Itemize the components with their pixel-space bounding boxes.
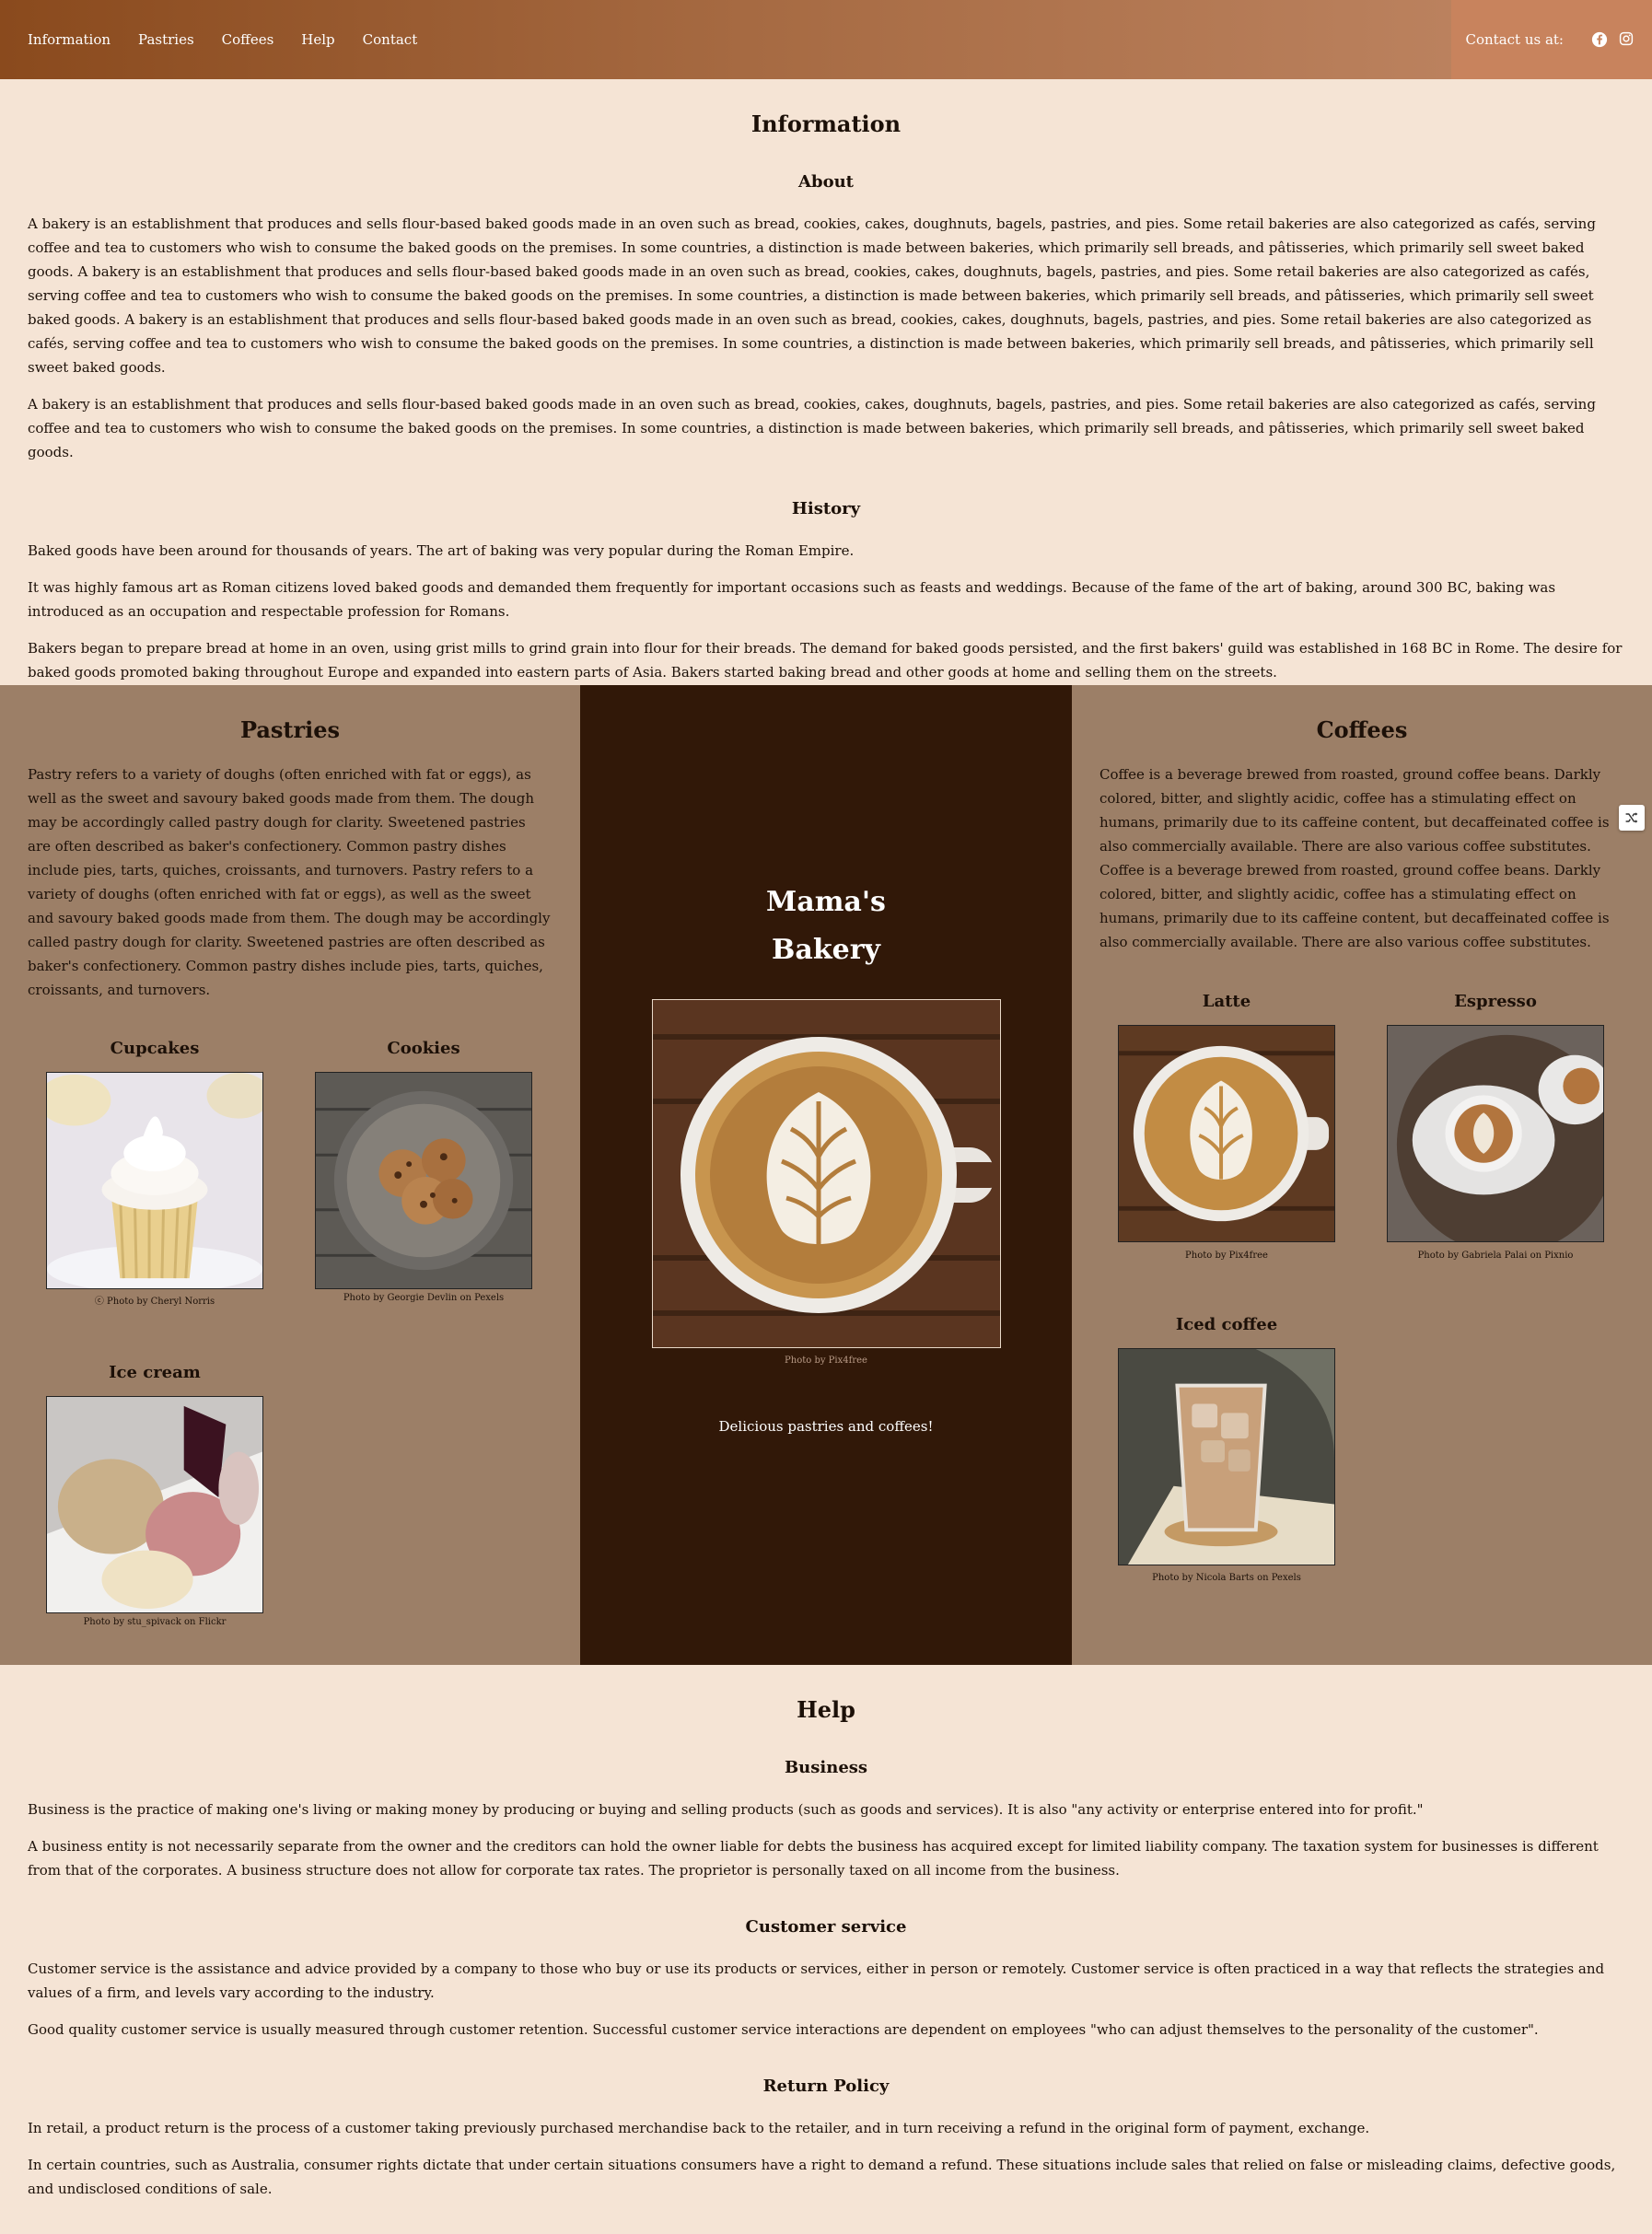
history-paragraph-1: Baked goods have been around for thousan… xyxy=(28,542,855,559)
espresso-caption: Photo by Gabriela Palai on Pixnio xyxy=(1417,1251,1574,1261)
bakery-name-line-1: Mama's xyxy=(766,886,886,918)
history-paragraph-2: It was highly famous art as Roman citize… xyxy=(28,579,1556,620)
instagram-icon[interactable] xyxy=(1619,31,1635,48)
nav-link-coffees[interactable]: Coffees xyxy=(222,31,274,48)
tagline: Delicious pastries and coffees! xyxy=(718,1418,934,1435)
return-policy-title: Return Policy xyxy=(762,2077,890,2096)
help-title: Help xyxy=(797,1696,855,1723)
coffees-title: Coffees xyxy=(1316,716,1408,743)
cookies-image xyxy=(315,1072,532,1289)
business-paragraph-1: Business is the practice of making one's… xyxy=(28,1801,1424,1818)
pastries-panel: Pastries Pastry refers to a variety of d… xyxy=(0,685,580,1665)
about-title: About xyxy=(798,172,854,192)
top-nav: Information Pastries Coffees Help Contac… xyxy=(0,0,1652,79)
ice-cream-caption: Photo by stu_spivack on Flickr xyxy=(83,1617,227,1627)
hero-coffee-image xyxy=(652,999,1001,1348)
ice-cream-image xyxy=(46,1396,263,1613)
cupcakes-caption: ⓒ Photo by Cheryl Norris xyxy=(94,1297,215,1307)
ice-cream-title: Ice cream xyxy=(109,1363,201,1382)
about-paragraph-1: A bakery is an establishment that produc… xyxy=(28,215,1596,376)
history-paragraph-3: Bakers began to prepare bread at home in… xyxy=(28,640,1623,681)
iced-coffee-image xyxy=(1118,1348,1335,1565)
contact-bar: Contact us at: xyxy=(1451,0,1652,79)
history-title: History xyxy=(791,499,861,518)
pastries-title: Pastries xyxy=(239,716,341,743)
latte-caption: Photo by Pix4free xyxy=(1185,1251,1268,1261)
cupcakes-title: Cupcakes xyxy=(110,1039,200,1058)
espresso-title: Espresso xyxy=(1454,992,1537,1011)
return-policy-paragraph-1: In retail, a product return is the proce… xyxy=(28,2120,1370,2136)
nav-links: Information Pastries Coffees Help Contac… xyxy=(0,0,445,79)
business-paragraph-2: A business entity is not necessarily sep… xyxy=(28,1838,1599,1879)
customer-service-title: Customer service xyxy=(745,1917,907,1937)
cupcakes-image xyxy=(46,1072,263,1289)
nav-link-help[interactable]: Help xyxy=(301,31,334,48)
nav-link-pastries[interactable]: Pastries xyxy=(138,31,194,48)
nav-link-contact[interactable]: Contact xyxy=(363,31,418,48)
nav-link-information[interactable]: Information xyxy=(28,31,111,48)
shuffle-button[interactable] xyxy=(1619,805,1645,831)
latte-title: Latte xyxy=(1202,992,1251,1011)
shuffle-icon xyxy=(1625,812,1638,823)
hero-caption: Photo by Pix4free xyxy=(785,1356,867,1366)
center-panel: Mama's Bakery Photo by Pix4free Deliciou… xyxy=(580,685,1072,1665)
latte-image xyxy=(1118,1025,1335,1242)
contact-label: Contact us at: xyxy=(1465,31,1565,48)
business-title: Business xyxy=(784,1758,868,1777)
return-policy-paragraph-2: In certain countries, such as Australia,… xyxy=(28,2157,1616,2197)
products-section: Pastries Pastry refers to a variety of d… xyxy=(0,685,1652,1665)
information-title: Information xyxy=(750,111,902,137)
iced-coffee-caption: Photo by Nicola Barts on Pexels xyxy=(1152,1573,1301,1583)
cookies-title: Cookies xyxy=(387,1039,460,1058)
coffees-panel: Coffees Coffee is a beverage brewed from… xyxy=(1072,685,1652,1665)
coffees-text: Coffee is a beverage brewed from roasted… xyxy=(1099,766,1610,950)
bakery-name: Mama's Bakery xyxy=(580,878,1072,974)
customer-service-paragraph-2: Good quality customer service is usually… xyxy=(28,2021,1539,2038)
cookies-caption: Photo by Georgie Devlin on Pexels xyxy=(343,1293,505,1303)
pastries-text: Pastry refers to a variety of doughs (of… xyxy=(28,766,551,998)
information-section: Information About A bakery is an establi… xyxy=(0,79,1652,684)
about-paragraph-2: A bakery is an establishment that produc… xyxy=(28,396,1596,460)
bakery-name-line-2: Bakery xyxy=(772,934,880,966)
facebook-icon[interactable] xyxy=(1591,31,1608,48)
help-section: Help Business Business is the practice o… xyxy=(0,1665,1652,2201)
iced-coffee-title: Iced coffee xyxy=(1175,1315,1278,1334)
customer-service-paragraph-1: Customer service is the assistance and a… xyxy=(28,1961,1605,2001)
espresso-image xyxy=(1387,1025,1604,1242)
